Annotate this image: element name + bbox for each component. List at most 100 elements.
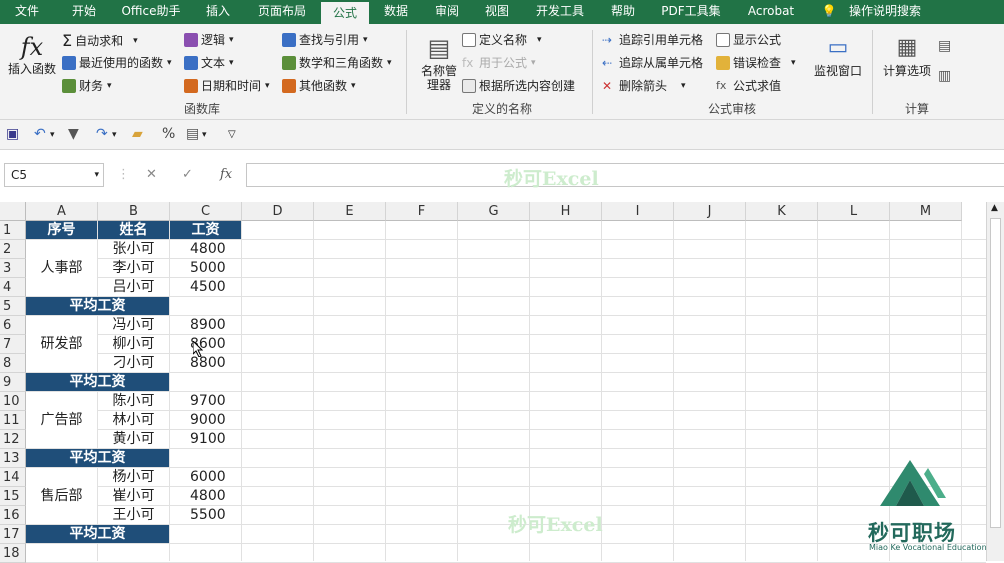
column-header-b[interactable]: B [98,202,170,221]
row-header-13[interactable]: 13 [0,449,26,468]
salary-cell[interactable]: 8900 [170,316,241,334]
tab-insert[interactable]: 插入 [206,0,230,24]
salary-cell[interactable]: 4800 [170,240,241,258]
redo-icon[interactable]: ↷ [96,126,108,142]
cancel-icon[interactable]: ✕ [146,167,157,182]
tab-page-layout[interactable]: 页面布局 [258,0,306,24]
column-header-a[interactable]: A [26,202,98,221]
insert-function-icon[interactable]: fx [220,167,232,182]
math-trig-button[interactable]: 数学和三角函数 ▾ [282,54,392,71]
undo-icon[interactable]: ↶ [34,126,46,142]
filter-icon[interactable]: ▼ [68,126,79,142]
column-header-d[interactable]: D [242,202,314,221]
row-header-9[interactable]: 9 [0,373,26,392]
autosum-button[interactable]: Σ 自动求和 ▾ [62,31,138,50]
header-cell-c[interactable]: 工资 [170,221,241,239]
column-header-m[interactable]: M [890,202,962,221]
formula-input[interactable] [246,163,1004,187]
column-header-i[interactable]: I [602,202,674,221]
tab-review[interactable]: 审阅 [435,0,459,24]
name-manager-button[interactable]: ▤ 名称管理器 [414,32,464,92]
row-header-2[interactable]: 2 [0,240,26,259]
department-cell[interactable]: 广告部 [26,392,97,448]
tab-help[interactable]: 帮助 [611,0,635,24]
define-name-button[interactable]: 定义名称 ▾ [462,31,542,48]
column-header-f[interactable]: F [386,202,458,221]
scroll-up-icon[interactable]: ▲ [991,203,998,213]
tab-office-helper[interactable]: Office助手 [121,0,180,24]
salary-cell[interactable]: 8600 [170,335,241,353]
tab-file[interactable]: 文件 [15,0,39,24]
tell-me-search[interactable]: 操作说明搜索 [849,0,921,24]
header-cell-b[interactable]: 姓名 [98,221,169,239]
salary-cell[interactable]: 5000 [170,259,241,277]
trace-dependents-button[interactable]: ⇠ 追踪从属单元格 [602,54,703,71]
row-header-15[interactable]: 15 [0,487,26,506]
department-cell[interactable]: 售后部 [26,468,97,524]
name-cell[interactable]: 林小可 [98,411,169,429]
name-cell[interactable]: 柳小可 [98,335,169,353]
name-cell[interactable]: 崔小可 [98,487,169,505]
name-cell[interactable]: 冯小可 [98,316,169,334]
column-header-g[interactable]: G [458,202,530,221]
row-header-11[interactable]: 11 [0,411,26,430]
row-header-10[interactable]: 10 [0,392,26,411]
lookup-reference-button[interactable]: 查找与引用 ▾ [282,31,368,48]
name-box[interactable]: C5 ▾ [4,163,104,187]
average-salary-label[interactable]: 平均工资 [26,449,169,467]
row-header-14[interactable]: 14 [0,468,26,487]
name-cell[interactable]: 李小可 [98,259,169,277]
department-cell[interactable]: 人事部 [26,240,97,296]
name-cell[interactable]: 张小可 [98,240,169,258]
row-header-6[interactable]: 6 [0,316,26,335]
row-header-3[interactable]: 3 [0,259,26,278]
tab-pdf-tools[interactable]: PDF工具集 [661,0,720,24]
salary-cell[interactable]: 6000 [170,468,241,486]
error-checking-button[interactable]: 错误检查 ▾ [716,54,796,71]
tab-home[interactable]: 开始 [72,0,96,24]
row-header-1[interactable]: 1 [0,221,26,240]
chevron-down-icon[interactable]: ▾ [112,130,117,140]
tab-acrobat[interactable]: Acrobat [748,0,794,24]
name-cell[interactable]: 吕小可 [98,278,169,296]
column-header-j[interactable]: J [674,202,746,221]
salary-cell[interactable]: 8800 [170,354,241,372]
average-salary-label[interactable]: 平均工资 [26,373,169,391]
average-salary-label[interactable]: 平均工资 [26,297,169,315]
save-icon[interactable]: ▣ [6,126,19,142]
text-button[interactable]: 文本 ▾ [184,54,234,71]
name-cell[interactable]: 黄小可 [98,430,169,448]
salary-cell[interactable]: 9700 [170,392,241,410]
logical-button[interactable]: 逻辑 ▾ [184,31,234,48]
select-all-corner[interactable] [0,202,26,221]
evaluate-formula-button[interactable]: fx 公式求值 [716,77,781,94]
column-header-k[interactable]: K [746,202,818,221]
row-header-7[interactable]: 7 [0,335,26,354]
row-header-18[interactable]: 18 [0,544,26,563]
name-cell[interactable]: 杨小可 [98,468,169,486]
chevron-down-icon[interactable]: ▾ [202,130,207,140]
vertical-scrollbar[interactable]: ▲ [986,202,1004,561]
tab-data[interactable]: 数据 [384,0,408,24]
row-header-12[interactable]: 12 [0,430,26,449]
show-formulas-button[interactable]: 显示公式 [716,31,781,48]
column-header-e[interactable]: E [314,202,386,221]
salary-cell[interactable]: 4500 [170,278,241,296]
calculate-sheet-icon[interactable]: ▥ [938,68,951,84]
tab-view[interactable]: 视图 [485,0,509,24]
create-from-selection-button[interactable]: 根据所选内容创建 [462,77,575,94]
scroll-thumb[interactable] [990,218,1001,528]
row-header-4[interactable]: 4 [0,278,26,297]
column-header-l[interactable]: L [818,202,890,221]
tab-developer[interactable]: 开发工具 [536,0,584,24]
calculate-now-icon[interactable]: ▤ [938,38,951,54]
salary-cell[interactable]: 9000 [170,411,241,429]
department-cell[interactable]: 研发部 [26,316,97,372]
header-cell-a[interactable]: 序号 [26,221,97,239]
trace-precedents-button[interactable]: ⇢ 追踪引用单元格 [602,31,703,48]
row-header-17[interactable]: 17 [0,525,26,544]
date-time-button[interactable]: 日期和时间 ▾ [184,77,270,94]
remove-arrows-button[interactable]: ✕ 删除箭头 ▾ [602,77,686,94]
recent-functions-button[interactable]: 最近使用的函数 ▾ [62,54,172,71]
tab-formulas[interactable]: 公式 [320,0,370,24]
